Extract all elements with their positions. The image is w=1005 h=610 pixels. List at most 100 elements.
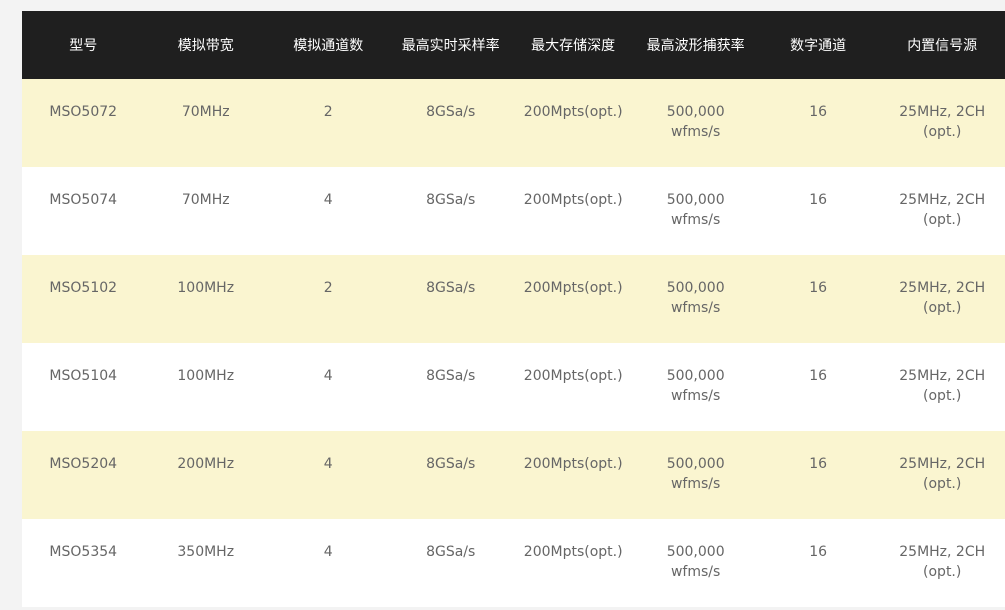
cell-text: 16: [809, 104, 828, 120]
cell-model: MSO5074: [22, 167, 144, 255]
cell-built-in-generator: 25MHz, 2CH (opt.): [879, 79, 1005, 167]
cell-text: 200Mpts(opt.): [523, 368, 623, 384]
cell-analog-bandwidth: 70MHz: [144, 79, 266, 167]
cell-analog-channels: 2: [267, 79, 389, 167]
cell-text: 8GSa/s: [426, 544, 476, 560]
cell-text: MSO5104: [49, 368, 118, 384]
cell-digital-channels: 16: [757, 519, 879, 607]
table-row: MSO5104 100MHz 4 8GSa/s 200Mpts(opt.) 500,000…: [22, 343, 1005, 431]
cell-built-in-generator: 25MHz, 2CH (opt.): [879, 343, 1005, 431]
cell-text: 25MHz, 2CH (opt.): [899, 280, 986, 316]
cell-text: MSO5204: [49, 456, 118, 472]
cell-text: 8GSa/s: [426, 368, 476, 384]
cell-analog-bandwidth: 200MHz: [144, 431, 266, 519]
cell-analog-channels: 4: [267, 343, 389, 431]
table-row: MSO5204 200MHz 4 8GSa/s 200Mpts(opt.) 500,000…: [22, 431, 1005, 519]
cell-max-sample-rate: 8GSa/s: [389, 343, 511, 431]
cell-text: 200Mpts(opt.): [523, 280, 623, 296]
cell-text: 500,000 wfms/s: [666, 192, 725, 228]
cell-text: MSO5072: [49, 104, 118, 120]
cell-text: 8GSa/s: [426, 104, 476, 120]
table-row: MSO5074 70MHz 4 8GSa/s 200Mpts(opt.) 500,000 w…: [22, 167, 1005, 255]
cell-text: 4: [323, 456, 333, 472]
cell-model: MSO5204: [22, 431, 144, 519]
cell-text: 500,000 wfms/s: [666, 544, 725, 580]
cell-text: 100MHz: [177, 280, 235, 296]
cell-text: 350MHz: [177, 544, 235, 560]
cell-text: 4: [323, 544, 333, 560]
cell-waveform-capture-rate: 500,000 wfms/s: [634, 343, 756, 431]
cell-text: 2: [323, 280, 333, 296]
cell-text: 200MHz: [177, 456, 235, 472]
table-row: MSO5102 100MHz 2 8GSa/s 200Mpts(opt.) 500,000…: [22, 255, 1005, 343]
header-analog-bandwidth: 模拟带宽: [177, 38, 234, 54]
cell-analog-bandwidth: 350MHz: [144, 519, 266, 607]
cell-analog-bandwidth: 70MHz: [144, 167, 266, 255]
cell-built-in-generator: 25MHz, 2CH (opt.): [879, 431, 1005, 519]
cell-built-in-generator: 25MHz, 2CH (opt.): [879, 519, 1005, 607]
cell-analog-channels: 2: [267, 255, 389, 343]
cell-text: 500,000 wfms/s: [666, 280, 725, 316]
cell-max-memory-depth: 200Mpts(opt.): [512, 343, 634, 431]
cell-built-in-generator: 25MHz, 2CH (opt.): [879, 255, 1005, 343]
cell-analog-bandwidth: 100MHz: [144, 343, 266, 431]
cell-text: MSO5354: [49, 544, 118, 560]
cell-analog-channels: 4: [267, 519, 389, 607]
header-max-memory-depth: 最大存储深度: [531, 38, 616, 54]
cell-model: MSO5354: [22, 519, 144, 607]
cell-digital-channels: 16: [757, 79, 879, 167]
cell-text: 70MHz: [181, 192, 230, 208]
cell-digital-channels: 16: [757, 167, 879, 255]
cell-text: 200Mpts(opt.): [523, 104, 623, 120]
cell-waveform-capture-rate: 500,000 wfms/s: [634, 431, 756, 519]
header-model: 型号: [69, 38, 98, 54]
cell-text: 16: [809, 456, 828, 472]
cell-text: 4: [323, 192, 333, 208]
cell-analog-channels: 4: [267, 431, 389, 519]
cell-max-memory-depth: 200Mpts(opt.): [512, 167, 634, 255]
cell-waveform-capture-rate: 500,000 wfms/s: [634, 167, 756, 255]
cell-model: MSO5072: [22, 79, 144, 167]
cell-text: 200Mpts(opt.): [523, 192, 623, 208]
table-row: MSO5072 70MHz 2 8GSa/s 200Mpts(opt.) 500,000 w…: [22, 79, 1005, 167]
header-digital-channels: 数字通道: [790, 38, 847, 54]
cell-digital-channels: 16: [757, 255, 879, 343]
cell-analog-channels: 4: [267, 167, 389, 255]
cell-text: 16: [809, 192, 828, 208]
cell-text: 16: [809, 544, 828, 560]
cell-text: 4: [323, 368, 333, 384]
header-max-sample-rate: 最高实时采样率: [401, 38, 500, 54]
cell-max-sample-rate: 8GSa/s: [389, 255, 511, 343]
cell-text: 500,000 wfms/s: [666, 104, 725, 140]
cell-text: 500,000 wfms/s: [666, 456, 725, 492]
header-waveform-capture-rate: 最高波形捕获率: [646, 38, 745, 54]
cell-text: 8GSa/s: [426, 456, 476, 472]
cell-model: MSO5104: [22, 343, 144, 431]
cell-max-sample-rate: 8GSa/s: [389, 431, 511, 519]
cell-analog-bandwidth: 100MHz: [144, 255, 266, 343]
cell-max-memory-depth: 200Mpts(opt.): [512, 519, 634, 607]
cell-max-sample-rate: 8GSa/s: [389, 79, 511, 167]
cell-digital-channels: 16: [757, 431, 879, 519]
cell-text: 100MHz: [177, 368, 235, 384]
cell-text: 8GSa/s: [426, 192, 476, 208]
cell-max-memory-depth: 200Mpts(opt.): [512, 79, 634, 167]
cell-digital-channels: 16: [757, 343, 879, 431]
cell-text: 16: [809, 280, 828, 296]
cell-text: 70MHz: [181, 104, 230, 120]
table-row: MSO5354 350MHz 4 8GSa/s 200Mpts(opt.) 500,000…: [22, 519, 1005, 607]
cell-text: 25MHz, 2CH (opt.): [899, 544, 986, 580]
table-header: 型号 模拟带宽 模拟通道数 最高实时采样率 最大存储深度 最高波形捕获率 数字通…: [22, 11, 1005, 79]
cell-text: 25MHz, 2CH (opt.): [899, 456, 986, 492]
header-row: 型号 模拟带宽 模拟通道数 最高实时采样率 最大存储深度 最高波形捕获率 数字通…: [22, 11, 1005, 79]
cell-max-sample-rate: 8GSa/s: [389, 519, 511, 607]
cell-text: 500,000 wfms/s: [666, 368, 725, 404]
cell-text: 25MHz, 2CH (opt.): [899, 192, 986, 228]
cell-text: 2: [323, 104, 333, 120]
cell-waveform-capture-rate: 500,000 wfms/s: [634, 255, 756, 343]
cell-text: 200Mpts(opt.): [523, 544, 623, 560]
cell-text: 25MHz, 2CH (opt.): [899, 368, 986, 404]
cell-text: 25MHz, 2CH (opt.): [899, 104, 986, 140]
header-analog-channels: 模拟通道数: [293, 38, 364, 54]
cell-text: 8GSa/s: [426, 280, 476, 296]
